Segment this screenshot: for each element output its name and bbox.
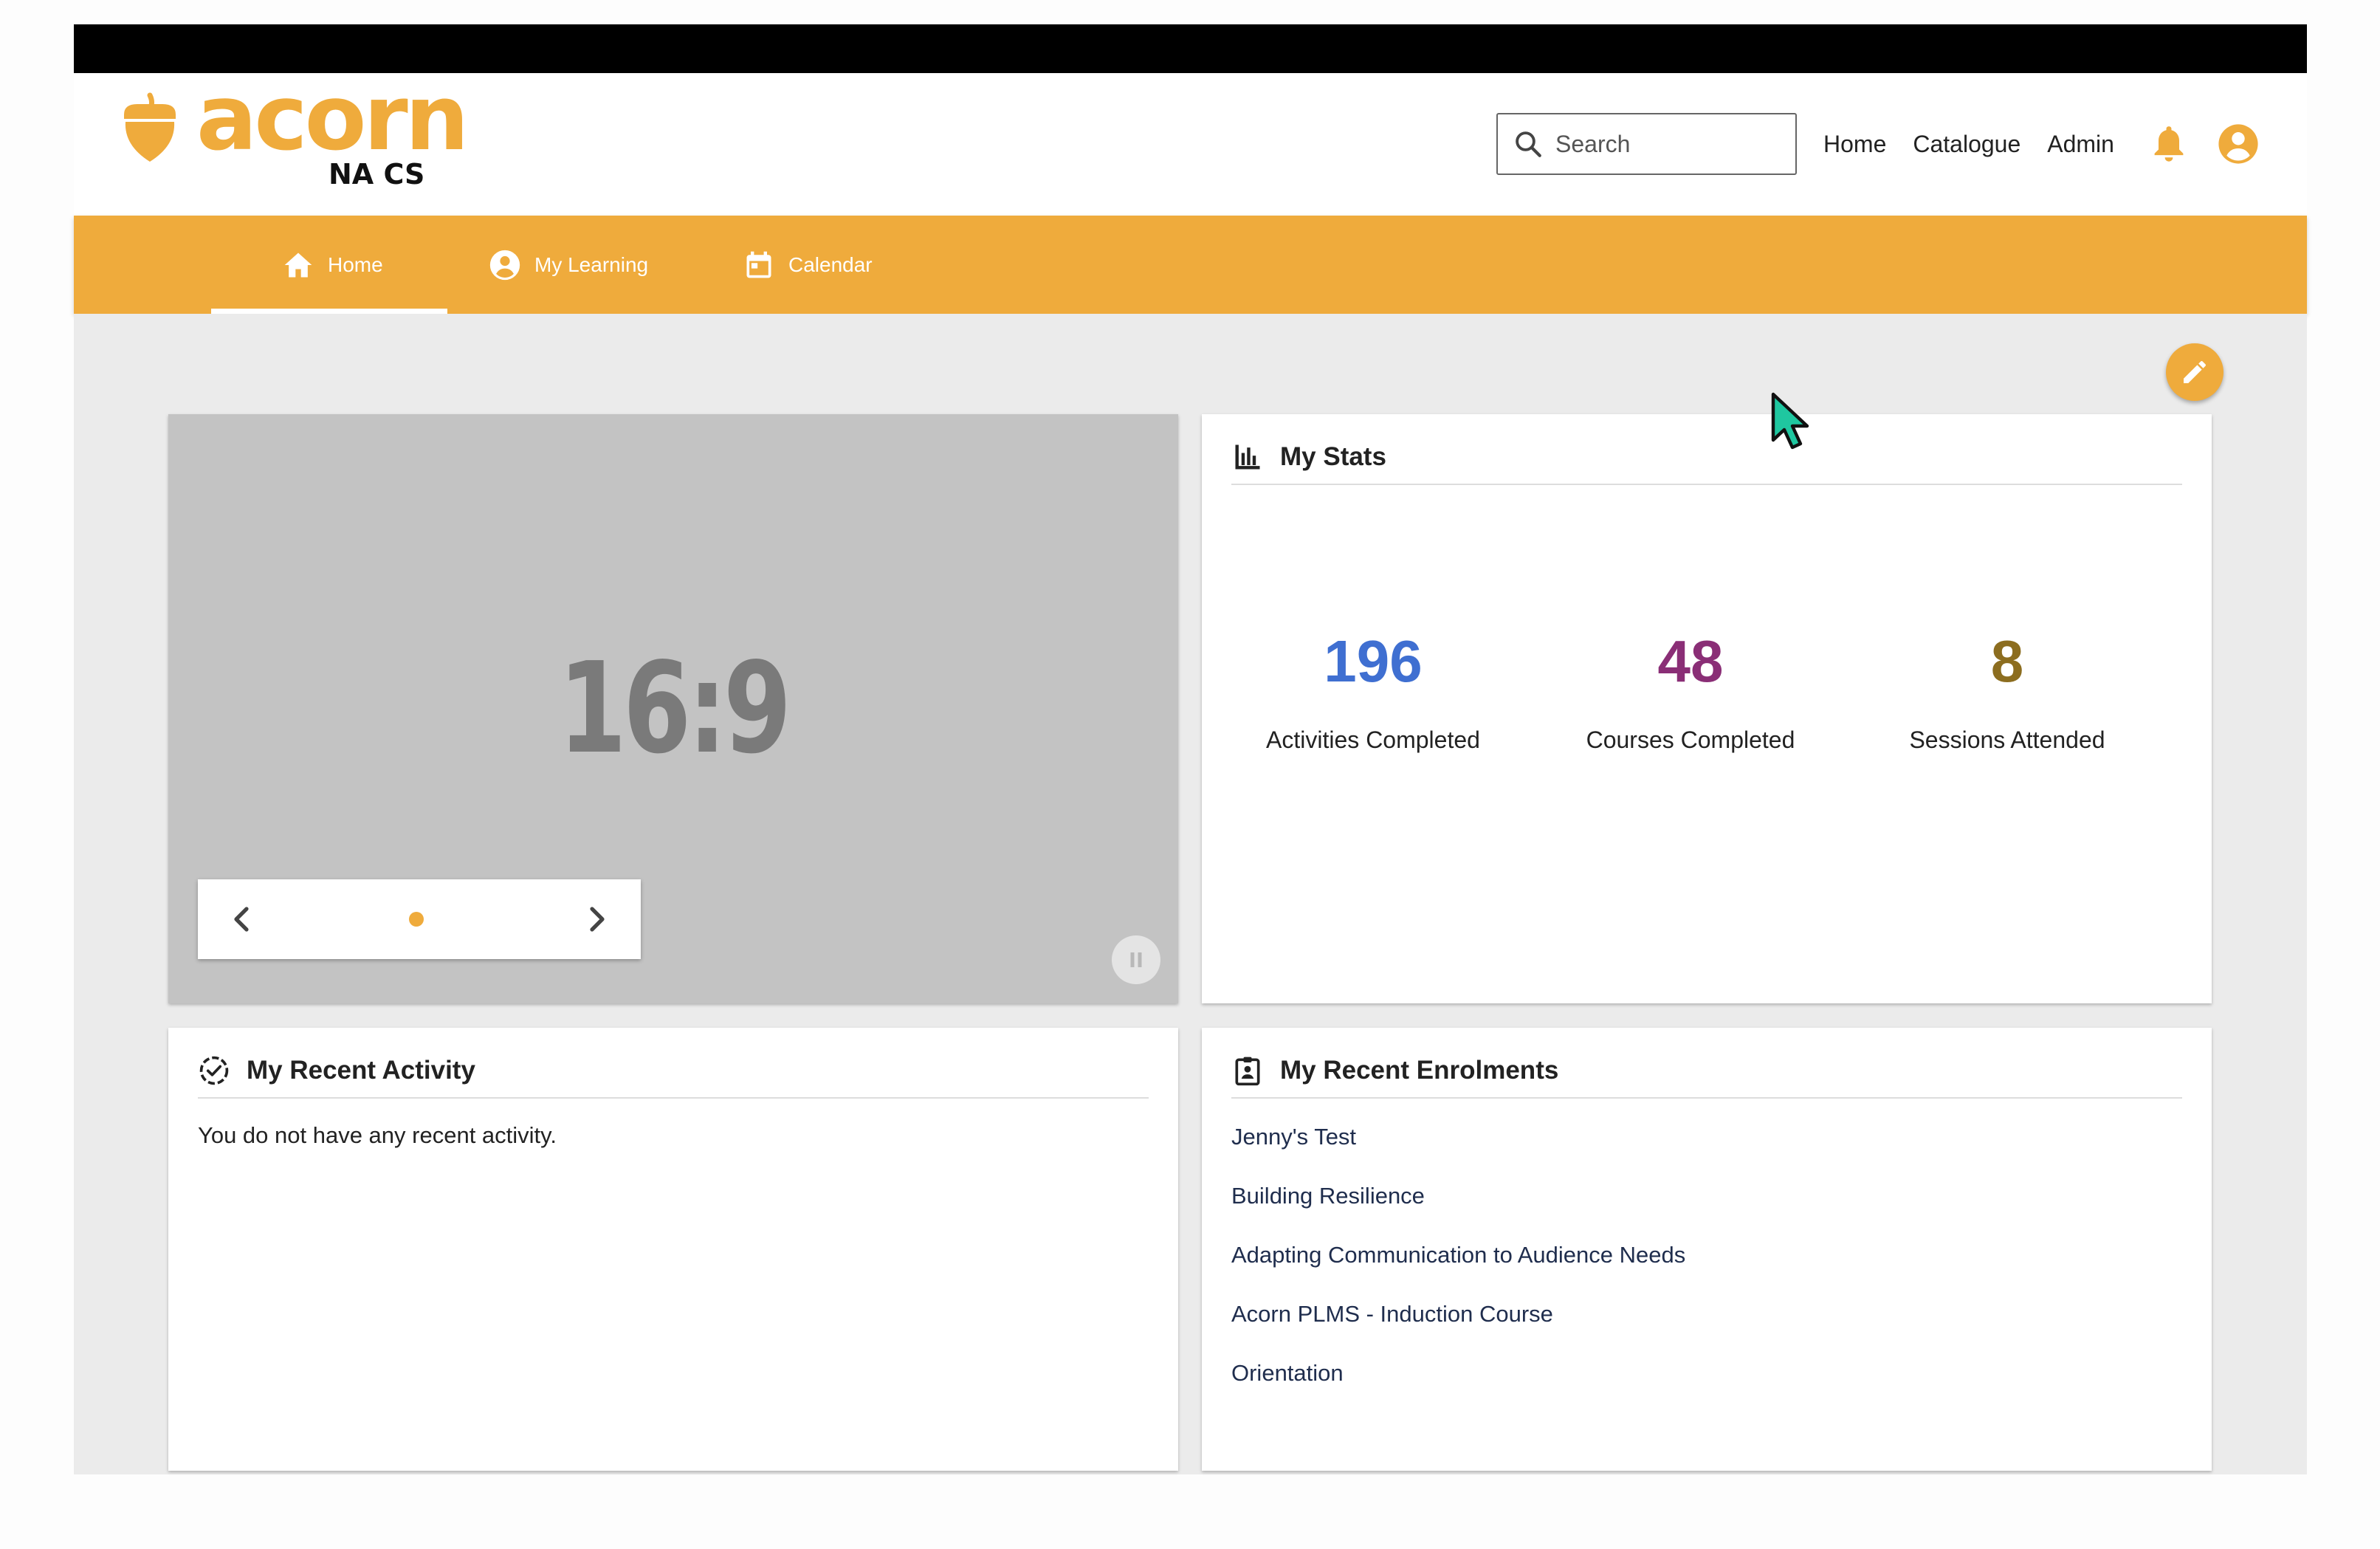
card-title: My Recent Activity [247, 1056, 475, 1085]
my-stats-card: My Stats 196 Activities Completed 48 Cou… [1202, 414, 2212, 1003]
enrolment-link[interactable]: Building Resilience [1231, 1181, 1685, 1240]
account-circle-icon[interactable] [2217, 123, 2260, 165]
account-circle-icon [489, 250, 520, 280]
clipboard-account-icon [1235, 1057, 1260, 1086]
nav-link-catalogue[interactable]: Catalogue [1913, 131, 2020, 158]
recent-activity-card: My Recent Activity You do not have any r… [168, 1028, 1178, 1471]
card-header: My Stats [1231, 435, 2182, 485]
empty-state-message: You do not have any recent activity. [198, 1122, 557, 1148]
top-nav: Home Catalogue Admin [1823, 122, 2114, 166]
search-box[interactable] [1496, 113, 1797, 175]
tab-label: My Learning [534, 253, 649, 276]
acorn-logo[interactable]: acorn NA CS [120, 73, 469, 213]
carousel-pause-button[interactable] [1112, 935, 1160, 984]
enrolment-list: Jenny's Test Building Resilience Adaptin… [1231, 1122, 1685, 1418]
mouse-cursor-icon [1771, 392, 1809, 450]
recent-enrolments-card: My Recent Enrolments Jenny's Test Buildi… [1202, 1028, 2212, 1471]
card-header: My Recent Enrolments [1231, 1048, 2182, 1099]
enrolment-link[interactable]: Orientation [1231, 1359, 1685, 1418]
pause-icon [1130, 952, 1142, 967]
carousel-controls [198, 879, 641, 959]
check-circle-icon [199, 1056, 229, 1085]
home-icon [284, 253, 312, 277]
enrolment-link[interactable]: Adapting Communication to Audience Needs [1231, 1240, 1685, 1299]
tab-label: Home [328, 253, 383, 276]
chevron-left-icon[interactable] [224, 901, 260, 937]
enrolment-link[interactable]: Acorn PLMS - Induction Course [1231, 1299, 1685, 1359]
stat-value: 8 [1990, 628, 2024, 694]
enrolment-link[interactable]: Jenny's Test [1231, 1122, 1685, 1181]
logo-wordmark: acorn [196, 66, 469, 171]
tab-home[interactable]: Home [211, 216, 447, 314]
stat-label: Sessions Attended [1909, 727, 2105, 753]
stat-activities-completed: 196 Activities Completed [1218, 632, 1528, 754]
bell-icon[interactable] [2150, 123, 2188, 165]
site-header: acorn NA CS Home Catalogue Admin [74, 73, 2307, 216]
bar-chart-icon [1235, 444, 1260, 470]
carousel-placeholder-text: 16:9 [558, 636, 791, 782]
chevron-right-icon[interactable] [579, 901, 614, 937]
stat-value: 48 [1657, 628, 1724, 694]
logo-subtitle: NA CS [329, 158, 425, 190]
acorn-icon [124, 92, 176, 162]
tab-my-learning[interactable]: My Learning [489, 216, 648, 314]
stat-value: 196 [1324, 628, 1423, 694]
search-input[interactable] [1555, 130, 1777, 158]
carousel-dot-active[interactable] [409, 912, 424, 927]
main-tab-bar: Home My Learning Calendar [74, 216, 2307, 314]
search-icon [1516, 131, 1541, 157]
nav-link-admin[interactable]: Admin [2047, 131, 2114, 158]
nav-link-home[interactable]: Home [1823, 131, 1886, 158]
stat-courses-completed: 48 Courses Completed [1535, 632, 1846, 754]
card-header: My Recent Activity [198, 1048, 1149, 1099]
calendar-icon [746, 251, 771, 278]
stat-label: Courses Completed [1586, 727, 1795, 753]
card-title: My Stats [1280, 442, 1386, 471]
tab-label: Calendar [788, 253, 873, 276]
card-title: My Recent Enrolments [1280, 1056, 1559, 1085]
stat-label: Activities Completed [1266, 727, 1480, 753]
edit-dashboard-button[interactable] [2166, 343, 2223, 401]
stat-sessions-attended: 8 Sessions Attended [1852, 632, 2162, 754]
tab-calendar[interactable]: Calendar [743, 216, 873, 314]
pencil-icon [2184, 361, 2206, 383]
media-carousel: 16:9 [168, 414, 1178, 1003]
